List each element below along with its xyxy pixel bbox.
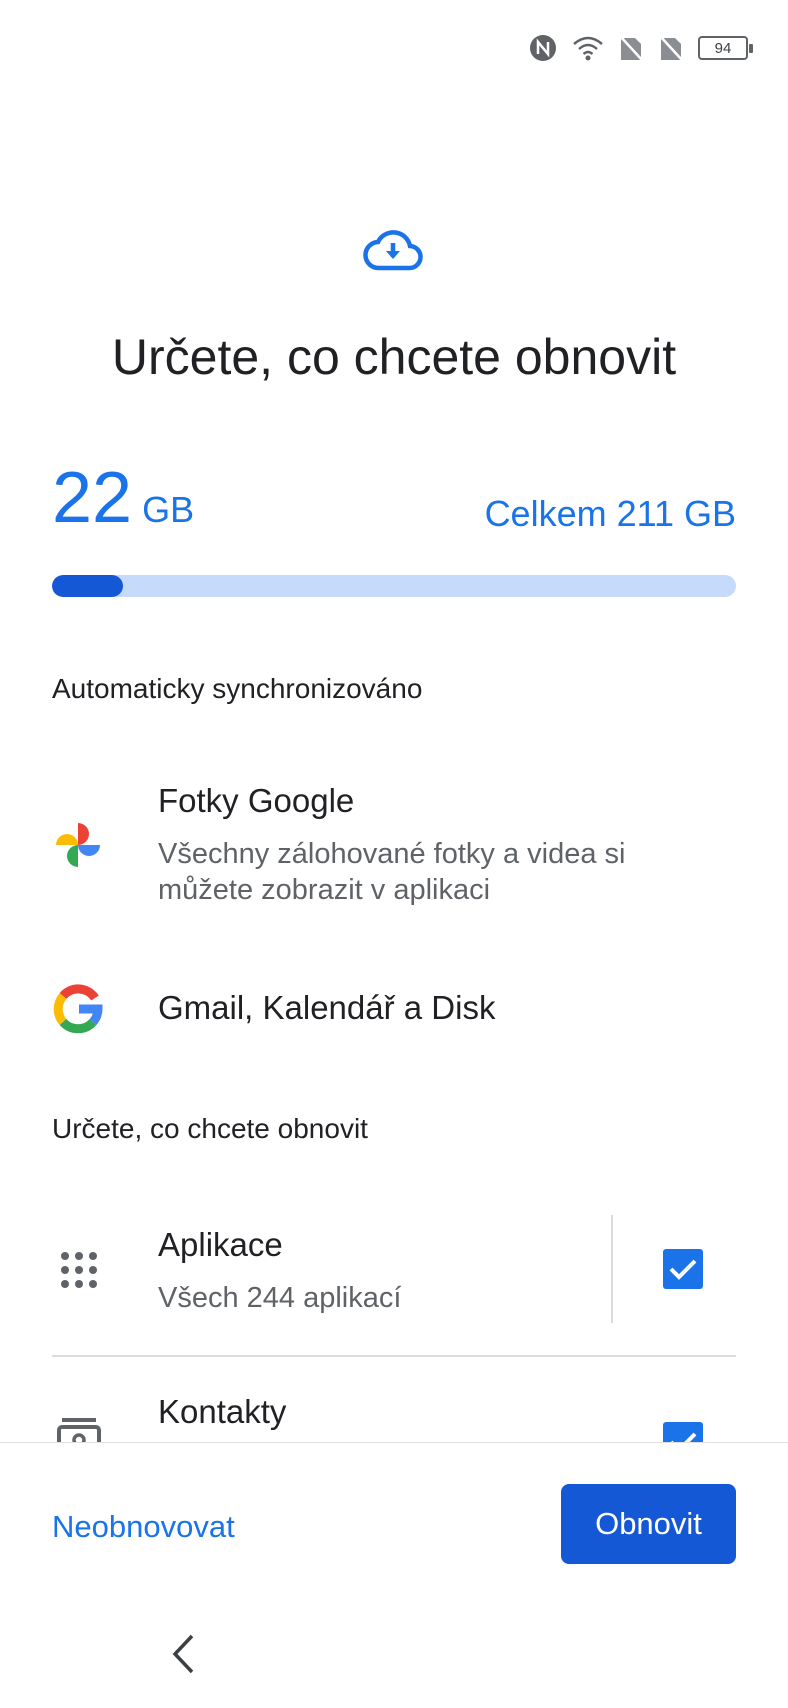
skip-restore-button[interactable]: Neobnovovat [52,1509,235,1545]
apps-title: Aplikace [158,1226,283,1263]
apps-grid-icon [61,1252,97,1288]
storage-used-unit: GB [142,489,195,530]
status-bar: 94 [528,30,753,66]
battery-level: 94 [714,39,732,57]
storage-used: 22 GB [52,462,194,534]
list-divider [52,1355,736,1357]
contacts-title: Kontakty [158,1393,287,1430]
page-title: Určete, co chcete obnovit [111,329,677,385]
gmail-calendar-drive-title: Gmail, Kalendář a Disk [158,989,496,1026]
cloud-download-icon [363,230,423,271]
footer-bar: Neobnovovat Obnovit [0,1442,788,1708]
apps-checkbox[interactable] [663,1249,703,1289]
storage-total: Celkem 211 GB [484,493,736,534]
storage-progress-fill [52,575,124,597]
auto-sync-heading: Automaticky synchronizováno [52,673,423,704]
google-photos-title: Fotky Google [158,782,355,819]
checkmark-icon [671,1432,697,1442]
google-photos-icon [56,823,100,867]
google-photos-subtitle: Všechny zálohované fotky a videa si může… [158,838,626,906]
nfc-icon [530,35,556,61]
no-sim-icon [659,35,683,61]
restore-heading: Určete, co chcete obnovit [52,1113,368,1144]
contacts-checkbox[interactable] [663,1422,703,1442]
no-sim-icon [619,35,643,61]
storage-used-value: 22 [52,458,133,538]
item-divider [611,1215,613,1323]
checkmark-icon [669,1259,697,1280]
restore-button[interactable]: Obnovit [561,1484,736,1564]
apps-subtitle: Všech 244 aplikací [158,1282,402,1314]
battery-indicator: 94 [698,36,753,60]
storage-progress-bar [52,575,736,597]
restore-item-contacts[interactable]: Kontakty [0,1390,788,1442]
wifi-icon [573,36,603,61]
contacts-icon [57,1418,101,1442]
back-chevron-icon[interactable] [170,1633,196,1675]
google-g-icon [53,984,103,1034]
